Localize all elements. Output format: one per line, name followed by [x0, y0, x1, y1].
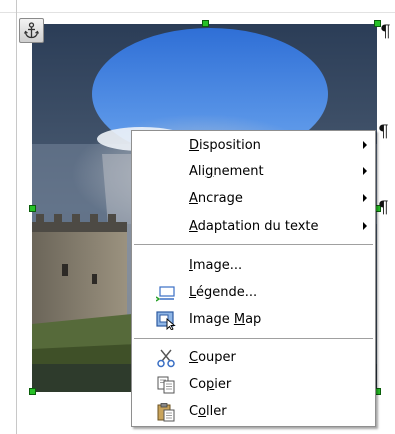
menu-item-disposition[interactable]: Disposition: [132, 133, 375, 159]
paragraph-mark: ¶: [380, 22, 391, 42]
anchor-icon[interactable]: [19, 18, 44, 43]
menu-separator: [134, 244, 373, 245]
paragraph-mark: ¶: [378, 198, 389, 218]
resize-handle-top-middle[interactable]: [202, 20, 209, 27]
paste-icon: [156, 402, 176, 422]
submenu-arrow-icon: [363, 222, 367, 230]
menu-item-image-map[interactable]: Image Map: [132, 307, 375, 333]
submenu-arrow-icon: [363, 141, 367, 149]
image-map-icon: [156, 310, 176, 331]
caption-icon: [155, 283, 176, 303]
paragraph-mark: ¶: [378, 122, 389, 142]
menu-item-couper[interactable]: Couper: [132, 345, 375, 371]
menu-separator: [134, 338, 373, 339]
menu-item-ancrage[interactable]: Ancrage: [132, 186, 375, 212]
resize-handle-bottom-left[interactable]: [29, 388, 36, 395]
copy-icon: [156, 375, 176, 395]
menu-item-alignement[interactable]: Alignement: [132, 159, 375, 185]
submenu-arrow-icon: [363, 167, 367, 175]
page-margin-line: [16, 0, 17, 434]
menu-item-image[interactable]: Image...: [132, 253, 375, 279]
menu-item-coller[interactable]: Coller: [132, 399, 375, 425]
menu-item-copier[interactable]: Copier: [132, 372, 375, 398]
scissors-icon: [156, 348, 176, 368]
context-menu: Disposition Alignement Ancrage Adaptatio…: [131, 130, 376, 427]
page-top-border: [0, 12, 395, 13]
submenu-arrow-icon: [363, 194, 367, 202]
menu-item-adaptation-du-texte[interactable]: Adaptation du texte: [132, 214, 375, 240]
menu-item-legende[interactable]: Légende...: [132, 280, 375, 306]
resize-handle-middle-left[interactable]: [29, 205, 36, 212]
